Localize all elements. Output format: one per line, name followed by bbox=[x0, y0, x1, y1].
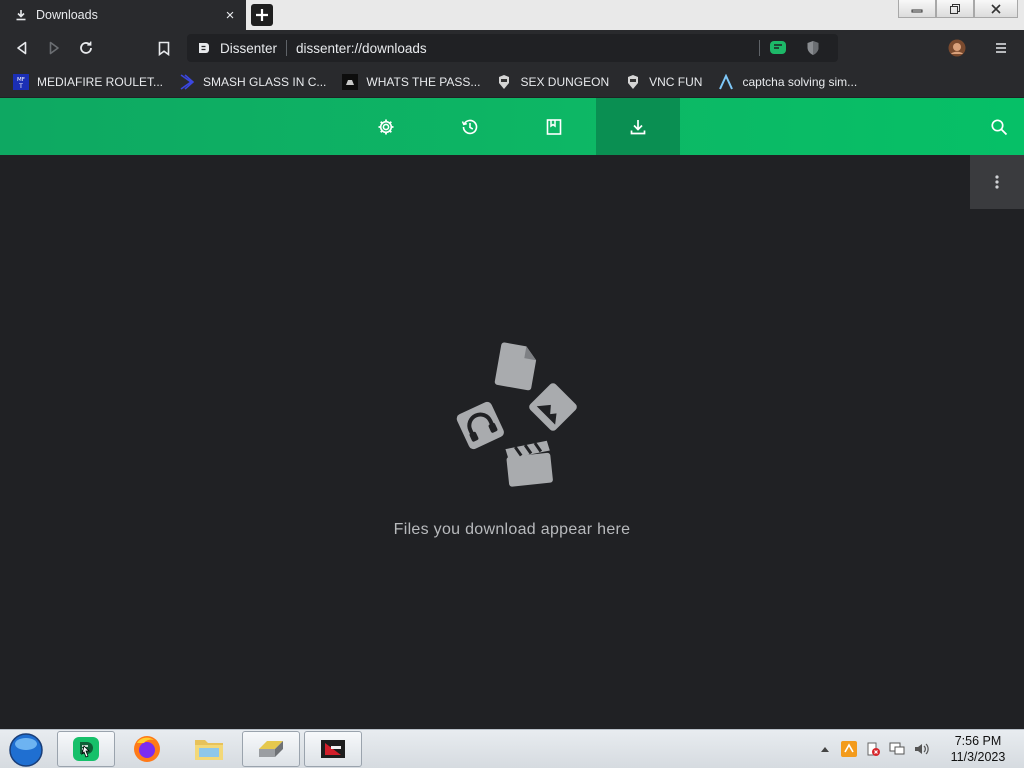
video-player-icon bbox=[321, 740, 345, 758]
tab-title: Downloads bbox=[36, 8, 98, 22]
search-button[interactable] bbox=[988, 116, 1010, 138]
dissenter-app-icon bbox=[73, 737, 99, 761]
drive-icon bbox=[259, 741, 283, 757]
tab-close-button[interactable]: × bbox=[220, 5, 240, 25]
comments-extension-icon[interactable] bbox=[768, 38, 788, 58]
bookmark-item[interactable]: WHATS THE PASS... bbox=[342, 73, 481, 90]
network-icon[interactable] bbox=[888, 740, 906, 758]
menu-button[interactable] bbox=[991, 38, 1011, 58]
download-icon bbox=[630, 119, 646, 134]
taskbar-firefox[interactable] bbox=[118, 731, 176, 767]
profile-avatar[interactable] bbox=[946, 37, 968, 59]
taskbar-file-explorer[interactable] bbox=[180, 731, 238, 767]
image-icon bbox=[529, 383, 577, 431]
tab-strip: Downloads × bbox=[0, 0, 1024, 30]
close-window-button[interactable] bbox=[974, 0, 1018, 18]
site-name: Dissenter bbox=[220, 40, 278, 56]
forward-icon bbox=[49, 41, 59, 55]
minimize-button[interactable] bbox=[898, 0, 936, 18]
reload-button[interactable] bbox=[76, 38, 96, 58]
bookmarks-icon bbox=[546, 118, 562, 135]
bookmark-icon bbox=[158, 41, 170, 56]
bookmarks-bar: MF T MEDIAFIRE ROULET... SMASH GLASS IN C… bbox=[0, 66, 1024, 97]
volume-icon[interactable] bbox=[912, 740, 930, 758]
address-divider bbox=[286, 40, 288, 56]
document-icon bbox=[494, 342, 537, 391]
reload-icon bbox=[80, 41, 92, 54]
system-clock[interactable]: 7:56 PM 11/3/2023 bbox=[944, 733, 1012, 765]
windows-orb-icon bbox=[9, 733, 43, 767]
hamburger-icon bbox=[996, 43, 1006, 53]
history-icon bbox=[461, 119, 478, 134]
taskbar-dissenter[interactable] bbox=[57, 731, 115, 767]
bookmark-label: WHATS THE PASS... bbox=[366, 74, 481, 89]
taskbar-video-app[interactable] bbox=[304, 731, 362, 767]
restore-icon bbox=[950, 3, 960, 14]
bookmark-item[interactable]: SEX DUNGEON bbox=[496, 74, 609, 90]
more-vert-icon bbox=[995, 175, 999, 189]
bookmark-item[interactable]: VNC FUN bbox=[625, 74, 702, 90]
svg-text:T: T bbox=[18, 83, 23, 90]
downloads-page: Files you download appear here bbox=[0, 155, 1024, 729]
clock-time: 7:56 PM bbox=[954, 734, 1002, 748]
mediafire-icon: MF T bbox=[13, 73, 29, 90]
bookmark-label: SMASH GLASS IN C... bbox=[203, 74, 327, 89]
show-hidden-icons-icon[interactable] bbox=[816, 740, 834, 758]
minimize-icon bbox=[911, 9, 923, 12]
dissenter-logo-icon bbox=[197, 41, 211, 55]
taskbar: 7:56 PM 11/3/2023 bbox=[0, 729, 1024, 768]
audio-icon bbox=[456, 401, 504, 450]
video-icon bbox=[505, 440, 553, 487]
bookmark-page-button[interactable] bbox=[154, 38, 174, 58]
dissenter-header bbox=[0, 98, 1024, 155]
folder-icon bbox=[195, 740, 223, 760]
address-divider-right bbox=[759, 40, 760, 56]
nav-history[interactable] bbox=[428, 98, 512, 155]
bookmark-label: MEDIAFIRE ROULET... bbox=[37, 74, 164, 89]
bookmark-label: SEX DUNGEON bbox=[520, 74, 610, 89]
close-icon bbox=[991, 3, 1001, 14]
nav-downloads[interactable] bbox=[596, 98, 680, 155]
empty-downloads-illustration bbox=[456, 342, 577, 487]
avatar-icon bbox=[948, 39, 966, 57]
gear-icon bbox=[378, 119, 394, 134]
action-center-icon[interactable] bbox=[864, 740, 882, 758]
clock-date: 11/3/2023 bbox=[950, 750, 1006, 764]
character-bookmark-icon bbox=[625, 74, 641, 90]
tray-app-icon[interactable] bbox=[840, 740, 858, 758]
restore-button[interactable] bbox=[936, 0, 974, 18]
download-icon bbox=[14, 8, 28, 22]
taskbar-drive-app[interactable] bbox=[242, 731, 300, 767]
box-bookmark-icon bbox=[342, 73, 359, 90]
back-button[interactable] bbox=[12, 38, 32, 58]
shield-icon[interactable] bbox=[803, 38, 823, 58]
bookmark-label: VNC FUN bbox=[649, 74, 703, 89]
browser-toolbar: Dissenter dissenter://downloads bbox=[0, 30, 1024, 66]
lambda-bookmark-icon bbox=[718, 73, 734, 90]
nav-bookmarks[interactable] bbox=[512, 98, 596, 155]
start-button[interactable] bbox=[6, 732, 46, 768]
character-bookmark-icon bbox=[496, 74, 512, 90]
bookmark-item[interactable]: captcha solving sim... bbox=[718, 73, 858, 90]
bookmark-item[interactable]: SMASH GLASS IN C... bbox=[179, 73, 327, 90]
tab-downloads[interactable]: Downloads × bbox=[0, 0, 246, 30]
bookmark-item[interactable]: MF T MEDIAFIRE ROULET... bbox=[13, 73, 164, 90]
empty-state-message: Files you download appear here bbox=[393, 521, 631, 538]
forward-button[interactable] bbox=[44, 38, 64, 58]
search-icon bbox=[991, 119, 1008, 136]
url-text[interactable]: dissenter://downloads bbox=[296, 41, 759, 56]
system-tray bbox=[816, 738, 930, 760]
firefox-icon bbox=[134, 736, 160, 762]
chevron-bookmark-icon bbox=[179, 73, 195, 90]
back-icon bbox=[17, 41, 27, 55]
nav-settings[interactable] bbox=[344, 98, 428, 155]
bookmark-label: captcha solving sim... bbox=[742, 74, 858, 89]
plus-icon bbox=[256, 9, 268, 21]
new-tab-button[interactable] bbox=[251, 4, 273, 26]
window-controls bbox=[898, 0, 1018, 18]
more-options-button[interactable] bbox=[970, 155, 1024, 209]
address-bar[interactable]: Dissenter dissenter://downloads bbox=[187, 34, 838, 62]
